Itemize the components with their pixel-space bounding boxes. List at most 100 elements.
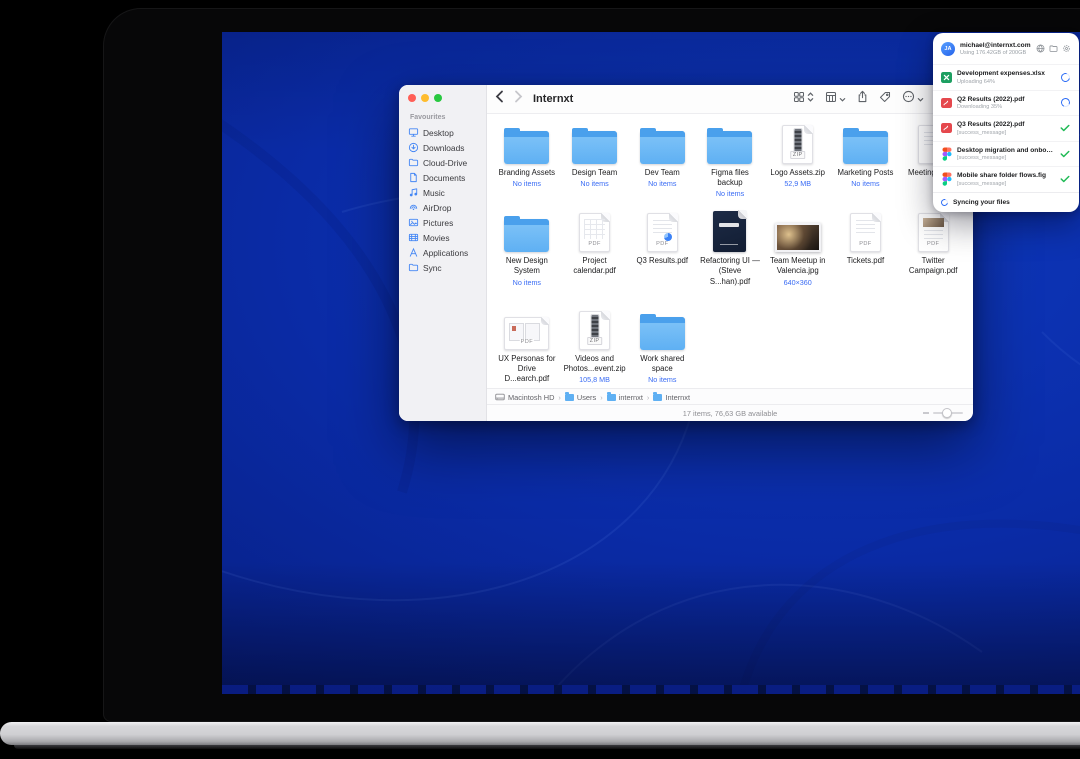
excel-icon — [941, 72, 952, 83]
folder-icon — [607, 394, 616, 401]
file-name: Marketing Posts — [837, 168, 893, 178]
sidebar-item-label: Downloads — [423, 143, 464, 153]
file-grid: Branding Assets No items Design Team No … — [489, 118, 971, 389]
sidebar-item-cloud-drive[interactable]: Cloud-Drive — [408, 155, 486, 170]
file-name: New Design System — [496, 256, 558, 276]
file-name: Figma files backup — [699, 168, 761, 188]
file-item[interactable]: Branding Assets No items — [493, 120, 561, 198]
zoom-button[interactable] — [434, 94, 442, 102]
pdf-icon — [941, 123, 952, 133]
file-name: Branding Assets — [499, 168, 555, 178]
file-item[interactable]: PDF UX Personas for Drive D...earch.pdf — [493, 306, 561, 393]
share-button[interactable] — [857, 90, 868, 108]
globe-icon[interactable] — [1036, 40, 1045, 58]
sync-item[interactable]: Desktop migration and onboardi... [succe… — [933, 141, 1079, 167]
settings-gear-icon[interactable] — [1062, 40, 1071, 58]
folder-icon — [843, 131, 888, 164]
file-name: Logo Assets.zip — [770, 168, 825, 178]
file-item[interactable]: PDF Tickets.pdf — [832, 208, 900, 295]
window-title: Internxt — [533, 93, 573, 105]
slider-knob[interactable] — [942, 408, 952, 418]
sidebar-item-airdrop[interactable]: AirDrop — [408, 200, 486, 215]
file-item[interactable]: Figma files backup No items — [696, 120, 764, 198]
zip-file-icon: ZIP — [782, 125, 813, 164]
file-subtitle: No items — [580, 179, 608, 188]
file-item[interactable]: ZIP Videos and Photos...event.zip 105,8 … — [561, 306, 629, 393]
folder-icon — [408, 262, 419, 273]
sidebar-item-pictures[interactable]: Pictures — [408, 215, 486, 230]
sidebar-item-music[interactable]: Music — [408, 185, 486, 200]
photo-thumbnail-icon — [775, 223, 821, 252]
finder-toolbar: Internxt — [487, 85, 973, 114]
sidebar-item-documents[interactable]: Documents — [408, 170, 486, 185]
breadcrumb-item-users[interactable]: Users — [565, 393, 596, 402]
chevron-down-icon — [839, 90, 846, 108]
more-options-control[interactable] — [902, 90, 924, 108]
breadcrumb-label: Macintosh HD — [508, 393, 554, 402]
gallery-view-icon — [825, 90, 837, 108]
breadcrumb: Macintosh HD › Users › internxt › Intern… — [487, 388, 973, 405]
breadcrumb-item-internxt-folder[interactable]: Internxt — [653, 393, 690, 402]
folder-icon — [408, 157, 419, 168]
breadcrumb-separator: › — [558, 393, 560, 402]
folder-icon — [572, 131, 617, 164]
sync-status-footer: Syncing your files — [933, 192, 1079, 212]
sidebar-item-label: Desktop — [423, 128, 454, 138]
finder-window: Favourites Desktop Downloads Cloud-Drive… — [399, 85, 973, 421]
close-button[interactable] — [408, 94, 416, 102]
file-item[interactable]: New Design System No items — [493, 208, 561, 295]
file-subtitle: 640×360 — [784, 278, 812, 287]
avatar[interactable]: JA — [941, 42, 955, 56]
zip-file-icon: ZIP — [579, 311, 610, 350]
back-button[interactable] — [495, 90, 504, 108]
file-item[interactable]: Refactoring UI — (Steve S...han).pdf — [696, 208, 764, 295]
sync-item[interactable]: Q2 Results (2022).pdf Downloading 35% — [933, 90, 1079, 116]
pdf-file-icon: PDF — [850, 213, 881, 252]
sidebar-item-sync[interactable]: Sync — [408, 260, 486, 275]
sync-item-name: Mobile share folder flows.fig — [957, 172, 1054, 179]
sidebar-item-label: Applications — [423, 248, 468, 258]
keyboard-reflection — [222, 685, 1080, 694]
sidebar-item-label: Movies — [423, 233, 450, 243]
file-item[interactable]: Team Meetup in Valencia.jpg 640×360 — [764, 208, 832, 295]
sidebar-item-desktop[interactable]: Desktop — [408, 125, 486, 140]
pictures-icon — [408, 217, 419, 228]
finder-sidebar: Favourites Desktop Downloads Cloud-Drive… — [399, 85, 487, 421]
file-name: Design Team — [572, 168, 617, 178]
sync-item[interactable]: Development expenses.xlsx Uploading 64% — [933, 64, 1079, 90]
folder-icon[interactable] — [1049, 40, 1058, 58]
sync-item-name: Desktop migration and onboardi... — [957, 147, 1054, 154]
file-item[interactable]: Dev Team No items — [628, 120, 696, 198]
sync-item[interactable]: Mobile share folder flows.fig [success_m… — [933, 166, 1079, 192]
sync-popup: JA michael@internxt.com Using 176.42GB o… — [933, 33, 1079, 212]
breadcrumb-item-disk[interactable]: Macintosh HD — [495, 393, 554, 402]
sidebar-item-downloads[interactable]: Downloads — [408, 140, 486, 155]
sidebar-item-movies[interactable]: Movies — [408, 230, 486, 245]
folder-icon — [504, 131, 549, 164]
file-item[interactable]: PDF Q3 Results.pdf — [628, 208, 696, 295]
sync-item-name: Q2 Results (2022).pdf — [957, 96, 1054, 103]
breadcrumb-label: Internxt — [665, 393, 690, 402]
sync-item-status: [success_message] — [957, 130, 1054, 136]
minimize-button[interactable] — [421, 94, 429, 102]
slider-track[interactable] — [933, 412, 963, 414]
pdf-file-icon: PDF — [647, 213, 678, 252]
sidebar-item-label: Documents — [423, 173, 465, 183]
file-item[interactable]: Design Team No items — [561, 120, 629, 198]
icon-size-slider[interactable] — [923, 412, 963, 414]
account-email: michael@internxt.com — [960, 42, 1031, 49]
tag-icon[interactable] — [879, 90, 891, 108]
file-item[interactable]: ZIP Logo Assets.zip 52,9 MB — [764, 120, 832, 198]
view-mode-control[interactable] — [793, 90, 814, 108]
document-icon — [408, 172, 419, 183]
forward-button[interactable] — [514, 90, 523, 108]
group-by-control[interactable] — [825, 90, 846, 108]
file-item[interactable]: Work shared space No items — [628, 306, 696, 393]
file-item[interactable]: PDF Project calendar.pdf — [561, 208, 629, 295]
sidebar-item-applications[interactable]: Applications — [408, 245, 486, 260]
file-item[interactable]: Marketing Posts No items — [832, 120, 900, 198]
breadcrumb-item-internxt-user[interactable]: internxt — [607, 393, 643, 402]
file-item[interactable]: PDF Twitter Campaign.pdf — [899, 208, 967, 295]
sync-item[interactable]: Q3 Results (2022).pdf [success_message] — [933, 115, 1079, 141]
hard-drive-icon — [495, 393, 505, 401]
